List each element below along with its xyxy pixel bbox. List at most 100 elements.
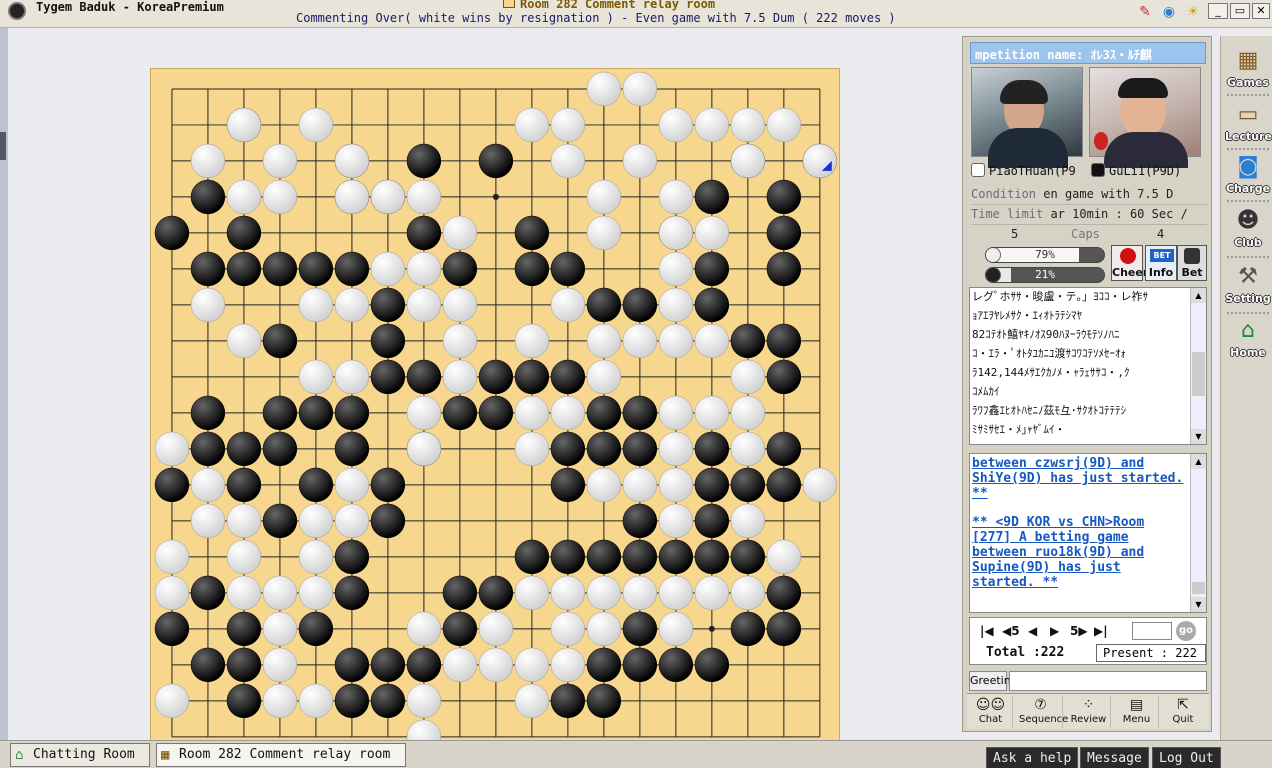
black-stone xyxy=(190,179,226,215)
black-stone xyxy=(478,575,514,611)
black-stone xyxy=(190,575,226,611)
black-stone xyxy=(766,323,802,359)
charge-icon: ◙ xyxy=(1237,154,1259,179)
sequence-button[interactable]: ⑦ Sequence xyxy=(1019,696,1068,728)
go-button[interactable]: go xyxy=(1176,621,1196,641)
white-stone xyxy=(586,179,622,215)
lecture-button[interactable]: ▭ Lecture xyxy=(1225,100,1272,146)
search-icon[interactable]: ◉ xyxy=(1160,3,1178,21)
white-stone xyxy=(586,71,622,107)
comment-box[interactable]: レグﾟホｻｻ・晙盧・テ｡」ﾖｺｺ・レ祚ｻ ｮｱｴｦﾔﾚﾒｻｸ・ｴｨｵﾄﾗﾃｼﾏﾔ 8… xyxy=(969,287,1207,445)
comment-line: ｺﾒﾑｶｲ xyxy=(972,385,1000,398)
ask-help-button[interactable]: Ask a help xyxy=(986,747,1079,768)
first-move-button[interactable]: |◀ xyxy=(980,624,994,638)
black-win-bar: 21% xyxy=(985,267,1105,283)
back-button[interactable]: ◀ xyxy=(1028,624,1037,638)
notice-scrollbar[interactable]: ▲ ▼ xyxy=(1190,454,1206,612)
white-stone xyxy=(658,575,694,611)
move-number-input[interactable] xyxy=(1132,622,1172,640)
scroll-down-icon[interactable]: ▼ xyxy=(1191,429,1206,444)
white-stone xyxy=(442,359,478,395)
white-stone xyxy=(658,395,694,431)
charge-button[interactable]: ◙ Charge xyxy=(1225,152,1271,198)
home-label: Home xyxy=(1230,346,1266,359)
black-stone xyxy=(226,431,262,467)
black-stone xyxy=(478,143,514,179)
white-stone xyxy=(442,647,478,683)
star-point xyxy=(708,625,715,632)
black-stone xyxy=(190,395,226,431)
message-button[interactable]: Message xyxy=(1080,747,1149,768)
club-button[interactable]: ☻ Club xyxy=(1225,206,1271,252)
setting-button[interactable]: ⚒ Setting xyxy=(1225,262,1271,308)
games-button[interactable]: ▦ Games xyxy=(1225,46,1271,92)
maximize-button[interactable]: ▭ xyxy=(1230,3,1250,19)
tab-chatting-room[interactable]: ⌂ Chatting Room xyxy=(10,743,150,767)
tab-room-282[interactable]: ▦ Room 282 Comment relay room xyxy=(156,743,406,767)
resize-handle[interactable] xyxy=(0,132,6,160)
minimize-button[interactable]: _ xyxy=(1208,3,1228,19)
lightbulb-icon[interactable]: ☀ xyxy=(1184,3,1202,21)
black-stone xyxy=(226,647,262,683)
black-stone xyxy=(370,287,406,323)
white-stone xyxy=(334,287,370,323)
comment-scrollbar[interactable]: ▲ ▼ xyxy=(1190,288,1206,444)
time-limit-value: ar 10min : 60 Sec / xyxy=(1050,207,1188,221)
review-button[interactable]: ⁘ Review xyxy=(1067,696,1111,728)
edit-icon[interactable]: ✎ xyxy=(1136,3,1154,21)
white-stone xyxy=(298,359,334,395)
back-5-button[interactable]: ◀5 xyxy=(1002,624,1020,638)
quit-button[interactable]: ⇱ Quit xyxy=(1161,696,1205,728)
scroll-up-icon[interactable]: ▲ xyxy=(1191,454,1206,469)
white-stone xyxy=(622,143,658,179)
white-win-bar: 79% xyxy=(985,247,1105,263)
greeting-button[interactable]: Greeting xyxy=(969,671,1018,691)
scroll-down-icon[interactable]: ▼ xyxy=(1191,597,1206,612)
scroll-thumb[interactable] xyxy=(1192,582,1205,594)
white-stone xyxy=(262,611,298,647)
info-button[interactable]: BET Info xyxy=(1145,245,1177,281)
quit-label: Quit xyxy=(1172,714,1194,725)
chat-input[interactable] xyxy=(1009,671,1207,691)
white-win-label: 79% xyxy=(1035,248,1055,261)
left-edge-strip xyxy=(0,28,8,740)
condition-label: Condition xyxy=(971,187,1037,201)
app-title: Tygem Baduk - KoreaPremium xyxy=(36,0,224,14)
notice-message[interactable]: between czwsrj(9D) and ShiYe(9D) has jus… xyxy=(972,456,1186,501)
right-toolbar: ▦ Games ▭ Lecture ◙ Charge ☻ Club ⚒ Setting ⌂… xyxy=(1220,36,1272,740)
menu-button[interactable]: ▤ Menu xyxy=(1115,696,1159,728)
black-stone-icon xyxy=(1091,163,1105,177)
go-board[interactable] xyxy=(150,68,840,756)
scroll-up-icon[interactable]: ▲ xyxy=(1191,288,1206,303)
black-stone xyxy=(298,395,334,431)
comment-line: ﾗ142,144ﾒｻｴｸｶﾉﾒ・ｬﾗｪｻｻｺ・,ｸ xyxy=(972,366,1130,379)
white-stone xyxy=(550,395,586,431)
toolbar-divider xyxy=(1227,312,1269,314)
notice-box[interactable]: between czwsrj(9D) and ShiYe(9D) has jus… xyxy=(969,453,1207,613)
present-move: Present : 222 xyxy=(1096,644,1206,662)
white-stone xyxy=(262,647,298,683)
forward-5-button[interactable]: 5▶ xyxy=(1070,624,1088,638)
logout-button[interactable]: Log Out xyxy=(1152,747,1221,768)
forward-button[interactable]: ▶ xyxy=(1050,624,1059,638)
sequence-icon: ⑦ xyxy=(1034,697,1047,713)
white-stone xyxy=(658,611,694,647)
cheer-button[interactable]: Cheer xyxy=(1111,245,1148,281)
black-stone xyxy=(334,431,370,467)
white-stone xyxy=(730,107,766,143)
last-move-button[interactable]: ▶| xyxy=(1094,624,1108,638)
chat-button[interactable]: ☺☺ Chat xyxy=(969,696,1013,728)
caps-label: Caps xyxy=(1071,227,1100,241)
notice-message[interactable]: ** <9D KOR vs CHN>Room [277] A betting g… xyxy=(972,515,1186,590)
home-button[interactable]: ⌂ Home xyxy=(1225,316,1271,362)
black-stone xyxy=(586,287,622,323)
close-button[interactable]: ✕ xyxy=(1252,3,1270,19)
bet-button[interactable]: Bet xyxy=(1177,245,1207,281)
scroll-thumb[interactable] xyxy=(1192,352,1205,396)
white-stone xyxy=(334,143,370,179)
black-stone xyxy=(694,179,730,215)
black-stone xyxy=(694,431,730,467)
white-stone xyxy=(586,575,622,611)
black-stone xyxy=(262,503,298,539)
black-stone xyxy=(514,251,550,287)
